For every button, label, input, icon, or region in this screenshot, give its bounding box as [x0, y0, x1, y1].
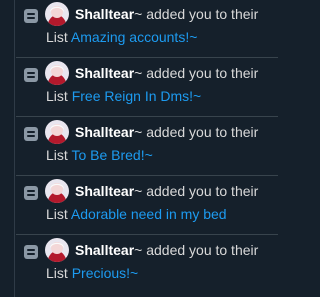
list-icon [24, 68, 38, 82]
notification-list-line: List Amazing accounts!~ [46, 27, 197, 47]
user-name[interactable]: Shalltear [75, 242, 134, 258]
action-text: ~ added you to their [134, 183, 259, 199]
list-word: List [46, 147, 68, 163]
avatar[interactable] [45, 120, 69, 144]
avatar[interactable] [45, 238, 69, 262]
list-icon [24, 186, 38, 200]
user-name[interactable]: Shalltear [75, 6, 134, 22]
list-link[interactable]: Amazing accounts!~ [71, 29, 197, 45]
column-divider [0, 0, 15, 297]
list-word: List [46, 206, 68, 222]
notification-text-line: Shalltear~ added you to their [75, 181, 258, 201]
notification-list-line: List To Be Bred!~ [46, 145, 153, 165]
notification-text-line: Shalltear~ added you to their [75, 4, 258, 24]
avatar[interactable] [45, 179, 69, 203]
list-word: List [46, 29, 68, 45]
user-name[interactable]: Shalltear [75, 65, 134, 81]
action-text: ~ added you to their [134, 124, 259, 140]
user-name[interactable]: Shalltear [75, 124, 134, 140]
action-text: ~ added you to their [134, 6, 259, 22]
notification-item[interactable]: Shalltear~ added you to their List Preci… [16, 236, 278, 294]
notification-item[interactable]: Shalltear~ added you to their List Adora… [16, 177, 278, 235]
list-icon [24, 9, 38, 23]
notification-list-line: List Adorable need in my bed [46, 204, 227, 224]
list-link[interactable]: Precious!~ [72, 265, 139, 281]
user-name[interactable]: Shalltear [75, 183, 134, 199]
list-link[interactable]: To Be Bred!~ [71, 147, 152, 163]
list-word: List [46, 88, 68, 104]
notification-item[interactable]: Shalltear~ added you to their List To Be… [16, 118, 278, 176]
notification-list-line: List Free Reign In Dms!~ [46, 86, 201, 106]
list-icon [24, 127, 38, 141]
list-link[interactable]: Adorable need in my bed [71, 206, 227, 222]
list-icon [24, 245, 38, 259]
notification-item[interactable]: Shalltear~ added you to their List Free … [16, 59, 278, 117]
notification-text-line: Shalltear~ added you to their [75, 240, 258, 260]
action-text: ~ added you to their [134, 242, 259, 258]
notification-list-line: List Precious!~ [46, 263, 138, 283]
notification-item[interactable]: Shalltear~ added you to their List Amazi… [16, 0, 278, 58]
list-word: List [46, 265, 68, 281]
avatar[interactable] [45, 61, 69, 85]
notification-text-line: Shalltear~ added you to their [75, 63, 258, 83]
notification-text-line: Shalltear~ added you to their [75, 122, 258, 142]
action-text: ~ added you to their [134, 65, 259, 81]
avatar[interactable] [45, 2, 69, 26]
notifications-feed: Shalltear~ added you to their List Amazi… [0, 0, 278, 297]
list-link[interactable]: Free Reign In Dms!~ [72, 88, 202, 104]
